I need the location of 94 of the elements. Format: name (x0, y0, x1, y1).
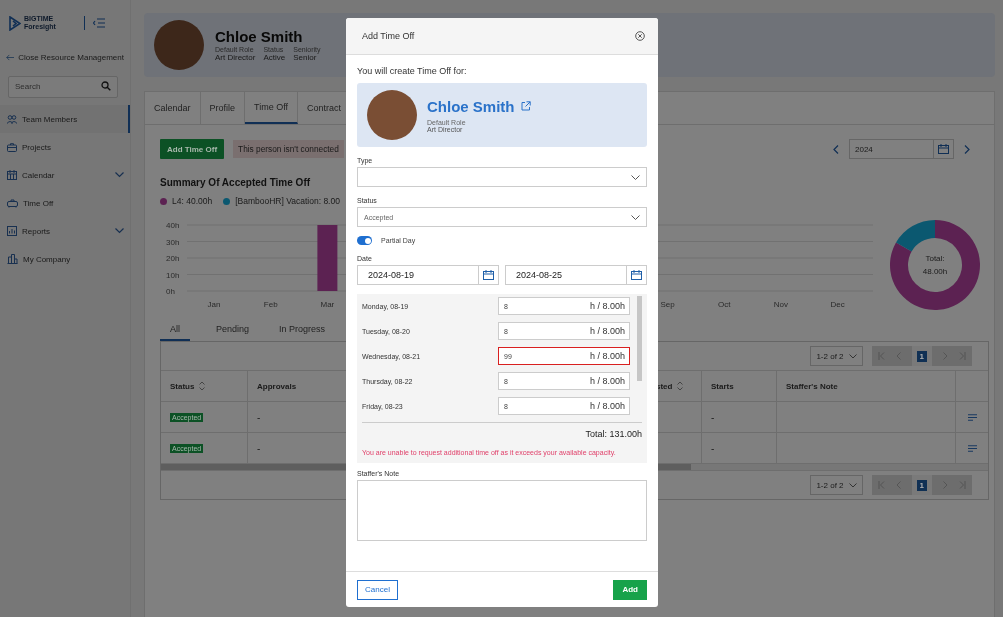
calendar-icon (631, 270, 642, 280)
chevron-down-icon (115, 228, 124, 234)
axis-label: Feb (263, 300, 278, 309)
table-cell: - (711, 442, 715, 454)
summary-title: Summary Of Accepted Time Off (160, 177, 312, 188)
total-hours: Total: 131.00h (584, 429, 642, 439)
axis-label: Mar (320, 300, 335, 309)
column-header: Staffer's Note (786, 381, 838, 391)
total-value: 48.00h (922, 266, 948, 278)
nav-item[interactable]: Team Members (0, 105, 130, 133)
person-name-link[interactable]: Chloe Smith (427, 97, 515, 115)
sort-icon[interactable] (677, 381, 684, 391)
details-icon[interactable] (967, 444, 977, 452)
briefcase-icon (7, 142, 17, 152)
chevron-down-icon (848, 353, 857, 359)
sort-icon[interactable] (199, 381, 206, 391)
back-link[interactable]: Close Resource Management (0, 53, 130, 62)
status-tab[interactable]: All (160, 320, 190, 341)
intro-text: You will create Time Off for: (357, 66, 468, 76)
external-link-icon[interactable] (520, 101, 531, 111)
avatar (154, 20, 204, 70)
collapse-menu-icon[interactable] (92, 18, 105, 28)
axis-label: 0h (166, 287, 175, 296)
legend-label: [BambooHR] Vacation: 8.00 (235, 196, 340, 206)
dialog-title: Add Time Off (362, 31, 415, 41)
page-number[interactable]: 1 (916, 350, 927, 362)
chevron-right-icon[interactable] (964, 144, 970, 154)
building-icon (7, 254, 18, 264)
nav-item[interactable]: My Company (0, 245, 130, 273)
page-size-dropdown[interactable]: 1-2 of 2 (810, 346, 863, 366)
search-field[interactable]: Search (8, 75, 118, 98)
column-header: Status (170, 381, 195, 391)
logo-icon (9, 15, 21, 31)
status-tab[interactable]: Pending (212, 320, 254, 341)
calendar-icon (7, 170, 17, 180)
axis-label: Dec (830, 300, 845, 309)
add-button[interactable]: Add (613, 579, 647, 600)
page-number[interactable]: 1 (916, 479, 927, 491)
axis-label: 10h (166, 270, 180, 280)
date-field[interactable]: 2024-08-19 (357, 265, 499, 285)
nav-item[interactable]: Reports (0, 217, 130, 245)
chevron-down-icon (848, 482, 857, 488)
tab[interactable]: Time Off (245, 92, 299, 124)
table-cell: - (711, 411, 715, 423)
tab[interactable]: Profile (200, 92, 246, 124)
axis-label: Jan (207, 300, 221, 309)
report-icon (7, 226, 17, 236)
axis-label: 30h (166, 237, 180, 247)
date-field[interactable]: 2024-08-25 (505, 265, 647, 285)
details-icon[interactable] (967, 413, 977, 421)
add-time-off-button[interactable]: Add Time Off (160, 139, 225, 159)
people-icon (7, 114, 17, 124)
person-name: Chloe Smith (215, 28, 304, 45)
chevron-left-icon[interactable] (833, 144, 839, 154)
previous-page-icon[interactable] (895, 352, 901, 360)
tab[interactable]: Calendar (145, 92, 201, 124)
field-value: Senior (293, 53, 317, 62)
axis-label: 40h (166, 221, 180, 230)
column-header: Starts (711, 381, 734, 391)
calendar-icon (938, 144, 949, 154)
notice-banner: This person isn't connected (233, 140, 344, 158)
toggle-switch[interactable] (357, 236, 372, 245)
next-page-icon[interactable] (943, 481, 948, 489)
nav-item[interactable]: Projects (0, 133, 130, 161)
axis-label: Nov (773, 300, 789, 309)
axis-label: Oct (718, 300, 731, 309)
next-page-icon[interactable] (943, 352, 948, 360)
luggage-icon (7, 198, 18, 208)
scrollbar-thumb[interactable] (637, 296, 642, 381)
calendar-icon (483, 270, 494, 280)
previous-page-icon[interactable] (895, 481, 901, 489)
table-cell: - (257, 442, 261, 454)
close-icon[interactable] (635, 31, 645, 41)
column-header: Approvals (257, 381, 297, 391)
nav-item[interactable]: Calendar (0, 161, 130, 189)
year-field[interactable]: 2024 (849, 139, 954, 159)
avatar (367, 90, 417, 140)
table-cell: - (257, 411, 261, 423)
legend-label: L4: 40.00h (172, 196, 213, 206)
type-dropdown[interactable] (357, 167, 647, 187)
axis-label: 20h (166, 254, 180, 263)
note-field[interactable] (357, 480, 647, 541)
chevron-down-icon (631, 214, 640, 220)
status-tab[interactable]: In Progress (275, 320, 330, 341)
axis-label: Sep (660, 300, 675, 309)
nav-item[interactable]: Time Off (0, 189, 130, 217)
chevron-down-icon (115, 172, 124, 178)
chevron-down-icon (631, 174, 640, 180)
cancel-button[interactable]: Cancel (357, 579, 398, 600)
search-icon (101, 81, 111, 91)
chart-bar (317, 225, 338, 291)
back-arrow-icon (6, 53, 15, 62)
page-size-dropdown[interactable]: 1-2 of 2 (810, 475, 863, 495)
total-label: Total: (925, 253, 945, 265)
